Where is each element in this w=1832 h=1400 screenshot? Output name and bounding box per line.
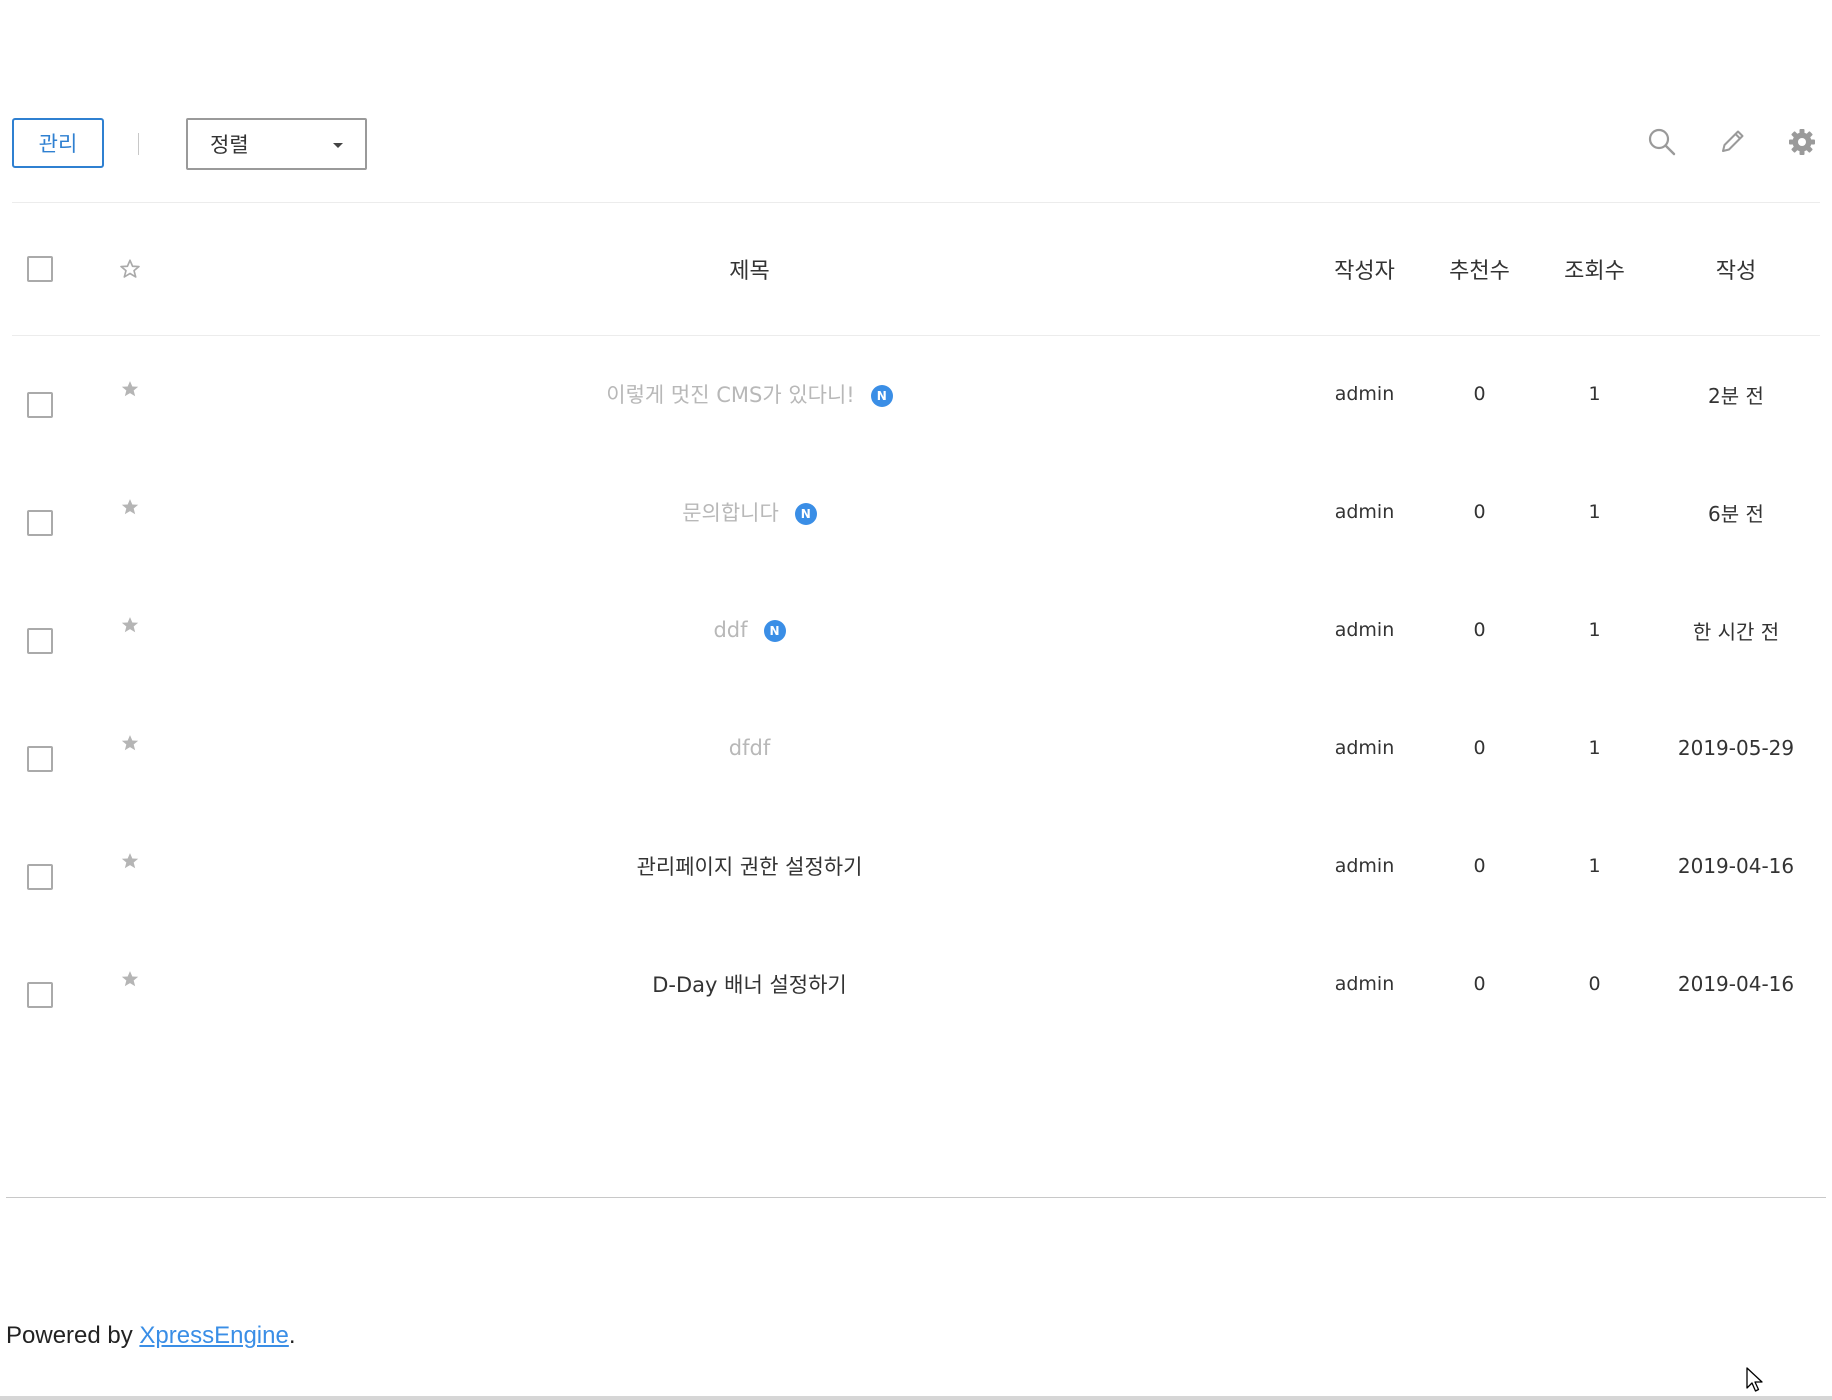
row-select-cell	[12, 453, 68, 571]
new-badge-icon: N	[763, 620, 786, 642]
row-favorite-cell	[68, 571, 192, 689]
row-select-cell	[12, 689, 68, 807]
board-page: 관리 정렬 제목 작성자 추천수 조회수 작성 이렇게 멋진 CMS가 있다니!…	[0, 0, 1832, 1400]
row-views: 1	[1588, 855, 1601, 877]
row-date: 2분 전	[1708, 383, 1764, 408]
row-writer[interactable]: admin	[1307, 571, 1422, 689]
star-outline-icon[interactable]	[119, 256, 141, 281]
bottom-edge-bar	[0, 1396, 1832, 1400]
post-list-body: 이렇게 멋진 CMS가 있다니! Nadmin 0 1 2분 전 문의합니다 Nadmin 0…	[12, 335, 1820, 1043]
row-favorite-cell	[68, 335, 192, 453]
row-date: 2019-04-16	[1677, 854, 1795, 878]
gear-icon[interactable]	[1784, 124, 1820, 160]
row-date: 한 시간 전	[1692, 619, 1780, 644]
star-icon[interactable]	[120, 381, 140, 404]
star-icon[interactable]	[120, 971, 140, 994]
row-writer[interactable]: admin	[1307, 689, 1422, 807]
row-views: 1	[1588, 501, 1601, 523]
row-views: 1	[1588, 737, 1601, 759]
post-title-link[interactable]: D-Day 배너 설정하기	[652, 973, 847, 997]
row-checkbox[interactable]	[27, 982, 53, 1008]
sort-dropdown[interactable]: 정렬	[186, 118, 367, 170]
row-votes: 0	[1473, 973, 1486, 995]
new-badge-icon: N	[794, 503, 817, 525]
star-icon[interactable]	[120, 617, 140, 640]
toolbar-divider	[138, 133, 139, 155]
row-views: 0	[1588, 973, 1601, 995]
row-writer[interactable]: admin	[1307, 335, 1422, 453]
post-title-link[interactable]: ddf	[713, 618, 747, 642]
post-title-link[interactable]: 이렇게 멋진 CMS가 있다니!	[606, 383, 854, 407]
row-date: 2019-05-29	[1677, 736, 1795, 760]
row-select-cell	[12, 571, 68, 689]
table-row: 관리페이지 권한 설정하기 admin 0 1 2019-04-16	[12, 807, 1820, 925]
sort-dropdown-value: 정렬	[210, 133, 249, 157]
table-row: 문의합니다 Nadmin 0 1 6분 전	[12, 453, 1820, 571]
row-writer[interactable]: admin	[1307, 925, 1422, 1043]
header-favorite	[68, 203, 192, 335]
row-votes: 0	[1473, 383, 1486, 406]
search-icon[interactable]	[1644, 124, 1680, 160]
caret-down-icon	[333, 143, 343, 148]
row-checkbox[interactable]	[27, 510, 53, 536]
header-date: 작성	[1715, 258, 1757, 284]
star-icon[interactable]	[120, 853, 140, 876]
manage-button[interactable]: 관리	[12, 118, 104, 168]
row-votes: 0	[1473, 501, 1486, 523]
pencil-icon[interactable]	[1714, 124, 1750, 160]
select-all-checkbox[interactable]	[27, 255, 53, 282]
header-writer: 작성자	[1334, 258, 1395, 284]
row-writer[interactable]: admin	[1307, 453, 1422, 571]
board-toolbar: 관리 정렬	[12, 118, 1820, 172]
footer-powered-by: Powered by XpressEngine.	[6, 1322, 296, 1350]
row-title-cell: 문의합니다 N	[192, 453, 1307, 571]
star-icon[interactable]	[120, 735, 140, 758]
row-title-cell: 이렇게 멋진 CMS가 있다니! N	[192, 335, 1307, 453]
row-date: 6분 전	[1708, 501, 1764, 526]
row-votes: 0	[1473, 619, 1486, 641]
row-select-cell	[12, 335, 68, 453]
table-row: dfdf admin 0 1 2019-05-29	[12, 689, 1820, 807]
row-title-cell: ddf N	[192, 571, 1307, 689]
row-checkbox[interactable]	[27, 864, 53, 890]
post-list-table: 제목 작성자 추천수 조회수 작성 이렇게 멋진 CMS가 있다니! Nadmin…	[12, 203, 1820, 1043]
content-separator	[6, 1197, 1826, 1198]
header-votes: 추천수	[1449, 258, 1510, 284]
header-title: 제목	[729, 258, 770, 284]
mouse-cursor-icon	[1746, 1367, 1764, 1397]
row-votes: 0	[1473, 737, 1486, 759]
footer-prefix: Powered by	[6, 1322, 140, 1349]
row-title-cell: dfdf	[192, 689, 1307, 807]
row-favorite-cell	[68, 453, 192, 571]
toolbar-icons	[1644, 124, 1820, 160]
table-row: 이렇게 멋진 CMS가 있다니! Nadmin 0 1 2분 전	[12, 335, 1820, 453]
row-favorite-cell	[68, 807, 192, 925]
post-title-link[interactable]: 문의합니다	[682, 501, 779, 525]
row-select-cell	[12, 807, 68, 925]
header-select-all	[12, 203, 68, 335]
row-views: 1	[1588, 619, 1601, 641]
row-views: 1	[1588, 383, 1601, 406]
header-views: 조회수	[1564, 258, 1625, 284]
table-row: D-Day 배너 설정하기 admin 0 0 2019-04-16	[12, 925, 1820, 1043]
row-checkbox[interactable]	[27, 392, 53, 419]
row-checkbox[interactable]	[27, 628, 53, 654]
footer-suffix: .	[288, 1322, 296, 1349]
row-title-cell: D-Day 배너 설정하기	[192, 925, 1307, 1043]
table-header-row: 제목 작성자 추천수 조회수 작성	[12, 203, 1820, 335]
row-title-cell: 관리페이지 권한 설정하기	[192, 807, 1307, 925]
post-title-link[interactable]: dfdf	[729, 736, 770, 760]
row-checkbox[interactable]	[27, 746, 53, 772]
row-favorite-cell	[68, 925, 192, 1043]
row-select-cell	[12, 925, 68, 1043]
table-row: ddf Nadmin 0 1 한 시간 전	[12, 571, 1820, 689]
row-favorite-cell	[68, 689, 192, 807]
row-writer[interactable]: admin	[1307, 807, 1422, 925]
new-badge-icon: N	[870, 385, 893, 408]
post-title-link[interactable]: 관리페이지 권한 설정하기	[637, 855, 863, 879]
xpressengine-link[interactable]: XpressEngine	[139, 1322, 288, 1349]
star-icon[interactable]	[120, 499, 140, 522]
row-date: 2019-04-16	[1677, 972, 1795, 996]
row-votes: 0	[1473, 855, 1486, 877]
